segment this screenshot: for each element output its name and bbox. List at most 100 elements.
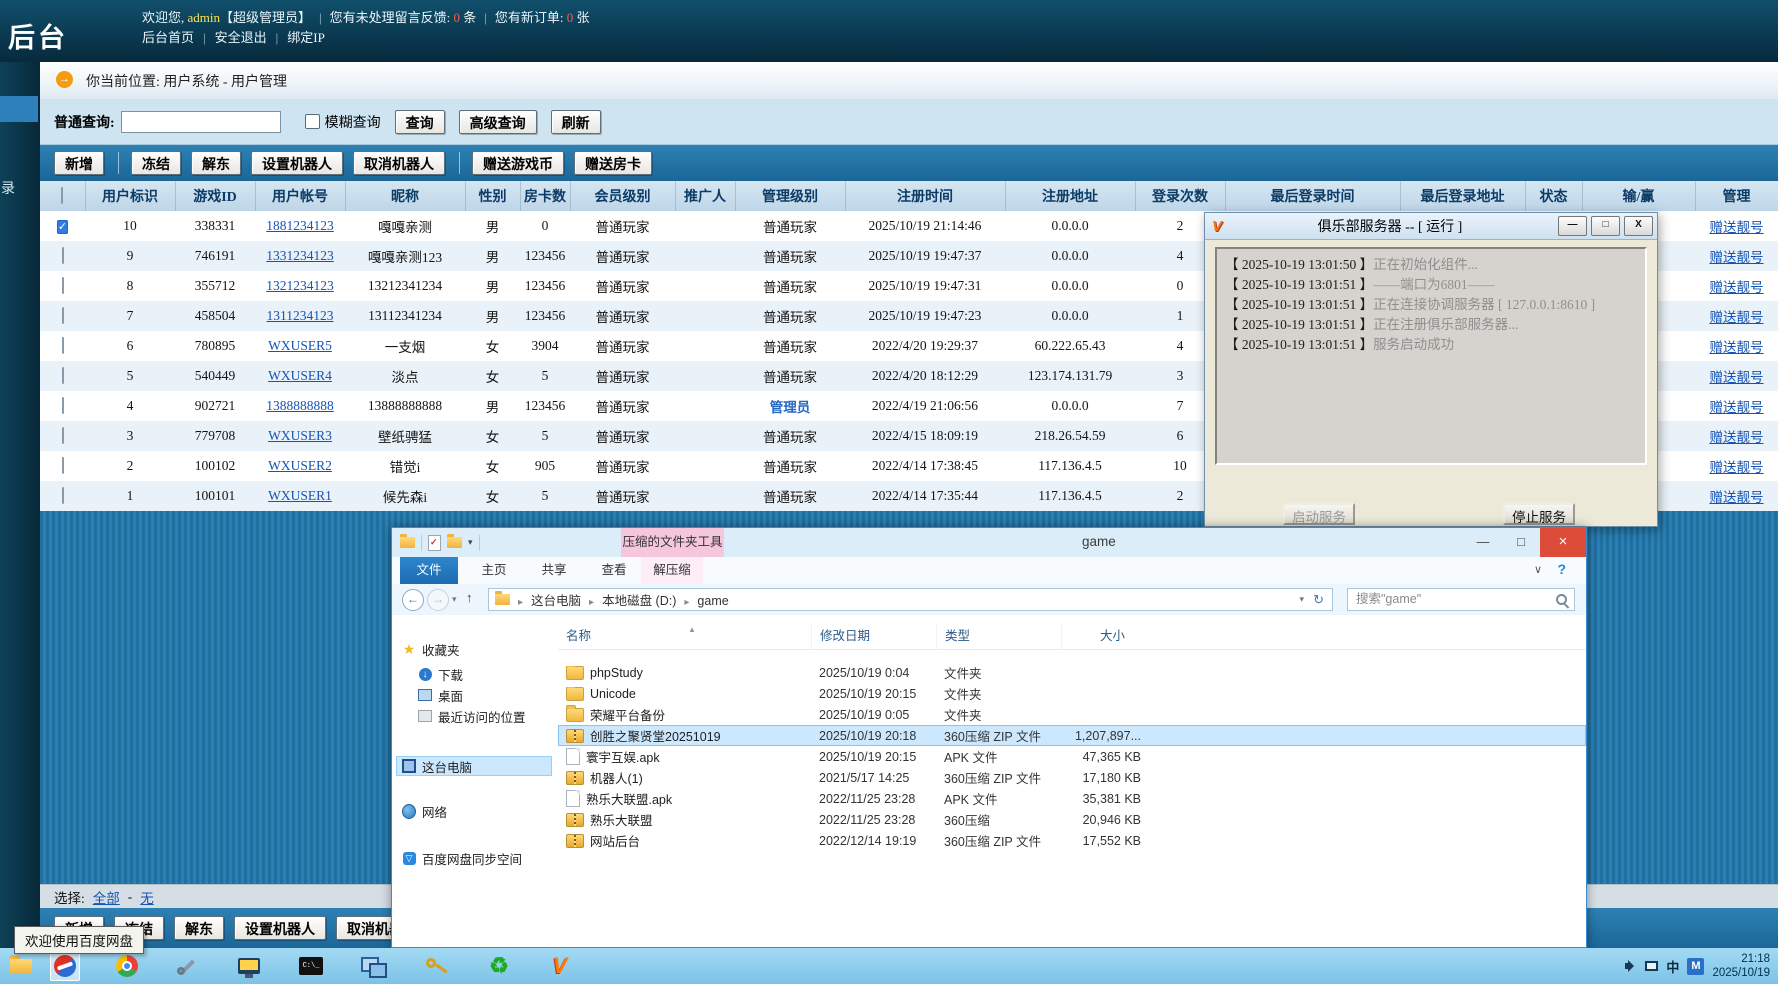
- forward-button[interactable]: →: [427, 589, 449, 611]
- row-checkbox[interactable]: [62, 337, 64, 354]
- tab-view[interactable]: 查看: [586, 557, 642, 584]
- explorer-search-input[interactable]: 搜索"game": [1347, 588, 1575, 611]
- file-row[interactable]: 熟乐大联盟2022/11/25 23:28360压缩20,946 KB: [558, 809, 1586, 830]
- user-account-link[interactable]: WXUSER3: [268, 428, 332, 443]
- dialog-maximize-button[interactable]: □: [1591, 216, 1620, 236]
- user-account-link[interactable]: WXUSER1: [268, 488, 332, 503]
- user-account-link[interactable]: 1331234123: [266, 248, 334, 263]
- row-checkbox[interactable]: [62, 457, 64, 474]
- row-checkbox[interactable]: [62, 247, 64, 264]
- file-row[interactable]: 创胜之聚贤堂202510192025/10/19 20:18360压缩 ZIP …: [558, 725, 1586, 746]
- sidebar-item-收藏夹[interactable]: ★收藏夹: [396, 639, 552, 659]
- file-row[interactable]: phpStudy2025/10/19 0:04文件夹: [558, 662, 1586, 683]
- minimize-button[interactable]: —: [1464, 528, 1502, 557]
- chevron-down-icon[interactable]: ▾: [1299, 589, 1304, 610]
- taskbar-recycle-icon[interactable]: ♻: [484, 951, 514, 981]
- row-checkbox[interactable]: [62, 367, 64, 384]
- file-row[interactable]: Unicode2025/10/19 20:15文件夹: [558, 683, 1586, 704]
- gift-account-link[interactable]: 赠送靓号: [1710, 250, 1764, 265]
- sidebar-item-网络[interactable]: 网络: [396, 801, 552, 821]
- toolbar-button-解东[interactable]: 解东: [174, 916, 224, 940]
- taskbar-cmd-icon[interactable]: C:\_: [296, 951, 326, 981]
- path-segment-1[interactable]: 本地磁盘 (D:): [602, 594, 676, 608]
- toolbar-button-设置机器人[interactable]: 设置机器人: [234, 916, 326, 940]
- file-row[interactable]: 寰宇互娱.apk2025/10/19 20:15APK 文件47,365 KB: [558, 746, 1586, 767]
- toolbar-button-取消机器人[interactable]: 取消机器人: [353, 151, 445, 175]
- stop-service-button[interactable]: 停止服务: [1503, 503, 1575, 525]
- sidebar-item-最近访问的位置[interactable]: 最近访问的位置: [396, 706, 552, 726]
- row-checkbox[interactable]: [62, 487, 64, 504]
- taskbar-v5-server-icon[interactable]: V: [545, 951, 575, 981]
- back-button[interactable]: ←: [402, 589, 424, 611]
- network-icon[interactable]: [1645, 961, 1658, 971]
- tab-home[interactable]: 主页: [466, 557, 522, 584]
- taskbar-tools-icon[interactable]: [172, 951, 202, 981]
- user-account-link[interactable]: WXUSER2: [268, 458, 332, 473]
- taskbar-chrome-icon[interactable]: [112, 951, 142, 981]
- path-segment-2[interactable]: game: [697, 594, 728, 608]
- column-name[interactable]: 名称: [558, 623, 811, 649]
- user-account-link[interactable]: 1321234123: [266, 278, 334, 293]
- user-account-link[interactable]: 1311234123: [267, 308, 334, 323]
- path-segment-0[interactable]: 这台电脑: [531, 594, 581, 608]
- user-account-link[interactable]: 1881234123: [266, 218, 334, 233]
- sidebar-item-下载[interactable]: ↓下载: [396, 664, 552, 684]
- dialog-close-button[interactable]: X: [1624, 216, 1653, 236]
- ime-indicator[interactable]: 中: [1666, 957, 1679, 976]
- sidebar-item-桌面[interactable]: 桌面: [396, 685, 552, 705]
- search-input[interactable]: [121, 111, 281, 133]
- refresh-icon[interactable]: ↻: [1313, 589, 1324, 610]
- sidebar-item-这台电脑[interactable]: 这台电脑: [396, 756, 552, 776]
- gift-account-link[interactable]: 赠送靓号: [1710, 400, 1764, 415]
- select-all-link[interactable]: 全部: [93, 887, 120, 907]
- clock[interactable]: 21:18 2025/10/19: [1712, 952, 1774, 980]
- search-button-0[interactable]: 查询: [395, 110, 445, 134]
- taskbar-file-explorer-icon[interactable]: [6, 951, 36, 981]
- top-nav-link-0[interactable]: 后台首页: [142, 30, 194, 45]
- taskbar-baidu-netdisk-icon[interactable]: [50, 951, 80, 981]
- history-chevron-icon[interactable]: ▾: [452, 594, 457, 605]
- dialog-titlebar[interactable]: V 俱乐部服务器 -- [ 运行 ] — □ X: [1205, 213, 1657, 240]
- gift-account-link[interactable]: 赠送靓号: [1710, 340, 1764, 355]
- row-checkbox[interactable]: [62, 397, 64, 414]
- tab-unzip[interactable]: 解压缩: [641, 557, 703, 584]
- taskbar-network-places-icon[interactable]: [358, 951, 388, 981]
- breadcrumb-path[interactable]: ▸这台电脑▸本地磁盘 (D:)▸game ▾ ↻: [488, 588, 1333, 611]
- user-account-link[interactable]: WXUSER5: [268, 338, 332, 353]
- user-account-link[interactable]: 1388888888: [266, 398, 334, 413]
- toolbar-button-新增[interactable]: 新增: [54, 151, 104, 175]
- row-checkbox[interactable]: [62, 277, 64, 294]
- row-checkbox[interactable]: [62, 427, 64, 444]
- toolbar-button-赠送游戏币[interactable]: 赠送游戏币: [472, 151, 564, 175]
- file-row[interactable]: 网站后台2022/12/14 19:19360压缩 ZIP 文件17,552 K…: [558, 830, 1586, 851]
- column-type[interactable]: 类型: [936, 623, 1061, 649]
- sidebar-item-百度网盘同步空间[interactable]: ▽百度网盘同步空间: [396, 848, 552, 868]
- toolbar-button-设置机器人[interactable]: 设置机器人: [251, 151, 343, 175]
- toolbar-button-解东[interactable]: 解东: [191, 151, 241, 175]
- gift-account-link[interactable]: 赠送靓号: [1710, 460, 1764, 475]
- toolbar-button-赠送房卡[interactable]: 赠送房卡: [574, 151, 652, 175]
- ribbon-expand-icon[interactable]: ∨: [1534, 563, 1542, 576]
- dialog-minimize-button[interactable]: —: [1558, 216, 1587, 236]
- gift-account-link[interactable]: 赠送靓号: [1710, 310, 1764, 325]
- taskbar-computer-icon[interactable]: [234, 951, 264, 981]
- top-nav-link-2[interactable]: 绑定IP: [287, 30, 325, 45]
- gift-account-link[interactable]: 赠送靓号: [1710, 430, 1764, 445]
- sidebar-collapsed-item[interactable]: [0, 96, 38, 122]
- chevron-down-icon[interactable]: ▾: [468, 537, 473, 548]
- admin-level-link[interactable]: 管理员: [770, 400, 811, 415]
- new-folder-icon[interactable]: [447, 537, 462, 548]
- file-row[interactable]: 机器人(1)2021/5/17 14:25360压缩 ZIP 文件17,180 …: [558, 767, 1586, 788]
- help-icon[interactable]: ?: [1557, 561, 1566, 577]
- user-account-link[interactable]: WXUSER4: [268, 368, 332, 383]
- column-date[interactable]: 修改日期: [811, 623, 936, 649]
- search-button-1[interactable]: 高级查询: [459, 110, 537, 134]
- fuzzy-checkbox[interactable]: [305, 114, 320, 129]
- tab-file[interactable]: 文件: [400, 557, 458, 584]
- select-all-checkbox[interactable]: [61, 187, 63, 204]
- maximize-button[interactable]: □: [1502, 528, 1540, 557]
- gift-account-link[interactable]: 赠送靓号: [1710, 370, 1764, 385]
- select-none-link[interactable]: 无: [140, 887, 154, 907]
- gift-account-link[interactable]: 赠送靓号: [1710, 220, 1764, 235]
- explorer-titlebar[interactable]: ▾ 压缩的文件夹工具 game — □ ×: [392, 528, 1586, 557]
